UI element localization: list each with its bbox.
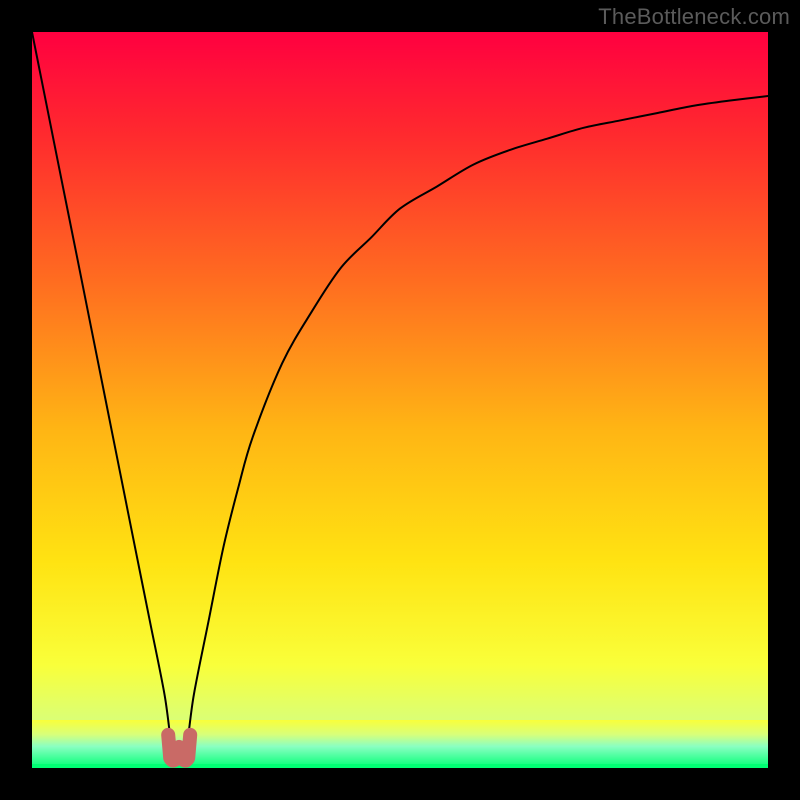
attribution-text: TheBottleneck.com	[598, 4, 790, 30]
heatmap-gradient-background	[32, 32, 768, 768]
chart-svg	[32, 32, 768, 768]
green-band	[32, 720, 768, 768]
chart-container: TheBottleneck.com	[0, 0, 800, 800]
heatmap-plot-area	[32, 32, 768, 768]
